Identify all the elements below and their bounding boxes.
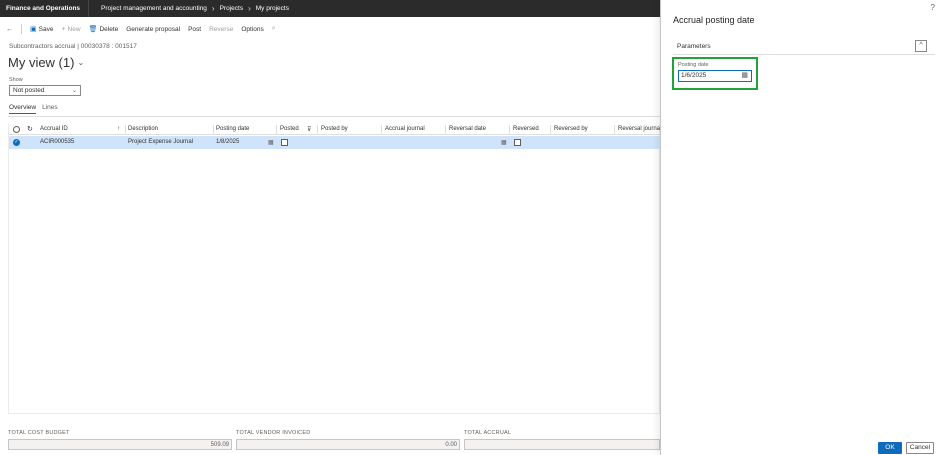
column-posted[interactable]: Posted bbox=[280, 126, 299, 132]
cancel-button[interactable]: Cancel bbox=[906, 442, 934, 454]
column-reversed-by[interactable]: Reversed by bbox=[554, 126, 588, 132]
cell-reversed-checkbox[interactable] bbox=[514, 139, 521, 146]
divider bbox=[8, 116, 660, 117]
reverse-button[interactable]: Reverse bbox=[209, 26, 233, 33]
trash-icon: 🗑 bbox=[88, 26, 98, 33]
action-bar: ← ▣ Save + New 🗑 Delete Generate proposal P… bbox=[0, 22, 660, 36]
column-reversed[interactable]: Reversed bbox=[513, 126, 539, 132]
arrow-left-icon: ← bbox=[6, 25, 13, 33]
help-icon[interactable]: ? bbox=[931, 3, 935, 12]
search-icon: ⌕ bbox=[271, 25, 276, 32]
total-vendor-invoiced: TOTAL VENDOR INVOICED 0.00 bbox=[236, 430, 460, 450]
total-cost-budget: TOTAL COST BUDGET 509.09 bbox=[8, 430, 232, 450]
cell-posting-date[interactable]: 1/8/2025 bbox=[216, 139, 239, 145]
tab-overview[interactable]: Overview bbox=[9, 104, 37, 114]
totals-footer: TOTAL COST BUDGET 509.09 TOTAL VENDOR IN… bbox=[8, 430, 660, 455]
post-button[interactable]: Post bbox=[188, 26, 201, 33]
divider bbox=[445, 125, 446, 134]
column-description[interactable]: Description bbox=[128, 126, 158, 132]
column-accrual-id[interactable]: Accrual ID bbox=[40, 126, 68, 132]
ok-button[interactable]: OK bbox=[878, 442, 902, 454]
total-cost-budget-label: TOTAL COST BUDGET bbox=[8, 430, 70, 436]
total-accrual-label: TOTAL ACCRUAL bbox=[464, 430, 512, 436]
posting-date-field[interactable]: 1/6/2025 ▦ bbox=[678, 70, 752, 82]
parameters-section-header[interactable]: Parameters ^ bbox=[673, 39, 935, 55]
total-cost-budget-value: 509.09 bbox=[8, 439, 232, 450]
app-title[interactable]: Finance and Operations bbox=[0, 0, 90, 17]
calendar-icon[interactable]: ▦ bbox=[268, 139, 274, 146]
save-button[interactable]: ▣ Save bbox=[30, 25, 54, 34]
column-reversal-journal[interactable]: Reversal journa bbox=[618, 126, 660, 132]
divider bbox=[550, 125, 551, 134]
cell-accrual-id[interactable]: ACIR000535 bbox=[40, 139, 74, 145]
show-filter-select[interactable]: Not posted ⌄ bbox=[9, 85, 81, 96]
accrual-posting-date-dialog: ? Accrual posting date Parameters ^ Post… bbox=[660, 0, 940, 455]
total-accrual-value bbox=[464, 439, 660, 450]
posting-date-label: Posting date bbox=[678, 62, 709, 68]
page-caption: Subcontractors accrual | 00030378 : 0015… bbox=[9, 43, 137, 50]
table-row[interactable]: ✓ ACIR000535 Project Expense Journal 1/8… bbox=[9, 136, 661, 149]
total-vendor-invoiced-label: TOTAL VENDOR INVOICED bbox=[236, 430, 311, 436]
cell-description[interactable]: Project Expense Journal bbox=[128, 139, 193, 145]
page-title: My view (1) bbox=[8, 55, 75, 70]
new-button[interactable]: + New bbox=[61, 26, 80, 33]
chevron-right-icon: › bbox=[211, 4, 215, 13]
cell-posted-checkbox[interactable] bbox=[281, 139, 288, 146]
new-label: New bbox=[67, 25, 81, 33]
column-accrual-journal[interactable]: Accrual journal bbox=[385, 126, 425, 132]
divider bbox=[317, 125, 318, 134]
column-posting-date[interactable]: Posting date bbox=[216, 126, 249, 132]
view-selector[interactable]: My view (1) ⌄ bbox=[8, 55, 84, 70]
divider bbox=[21, 24, 22, 34]
options-button[interactable]: Options bbox=[241, 26, 263, 33]
save-icon: ▣ bbox=[30, 26, 37, 33]
accrual-grid: ↻ Accrual ID ↑ Description Posting date … bbox=[8, 124, 661, 414]
chevron-down-icon: ⌄ bbox=[71, 88, 77, 94]
search-button[interactable]: ⌕ bbox=[272, 25, 276, 33]
save-label: Save bbox=[38, 25, 54, 33]
generate-proposal-button[interactable]: Generate proposal bbox=[126, 26, 180, 33]
plus-icon: + bbox=[61, 25, 66, 33]
delete-button[interactable]: 🗑 Delete bbox=[88, 25, 119, 34]
tab-strip: Overview Lines bbox=[9, 104, 58, 114]
row-selected-check-icon[interactable]: ✓ bbox=[13, 139, 20, 146]
show-filter-value: Not posted bbox=[13, 87, 45, 94]
delete-label: Delete bbox=[99, 25, 119, 33]
breadcrumb-item-module[interactable]: Project management and accounting bbox=[101, 5, 207, 12]
column-posted-by[interactable]: Posted by bbox=[321, 126, 348, 132]
top-nav-bar: Finance and Operations Project managemen… bbox=[0, 0, 660, 17]
calendar-icon[interactable]: ▦ bbox=[501, 139, 507, 146]
back-button[interactable]: ← bbox=[6, 26, 13, 33]
divider bbox=[381, 125, 382, 134]
divider bbox=[276, 125, 277, 134]
refresh-icon[interactable]: ↻ bbox=[27, 125, 33, 133]
dialog-title: Accrual posting date bbox=[673, 15, 755, 25]
parameters-label: Parameters bbox=[677, 43, 711, 50]
select-all-radio[interactable] bbox=[13, 126, 20, 133]
show-label: Show bbox=[9, 77, 23, 83]
calendar-icon[interactable]: ▦ bbox=[741, 71, 748, 81]
tab-lines[interactable]: Lines bbox=[42, 104, 58, 114]
divider bbox=[213, 125, 214, 134]
divider bbox=[125, 125, 126, 134]
breadcrumb: Project management and accounting › Proj… bbox=[89, 4, 289, 13]
breadcrumb-item-projects[interactable]: Projects bbox=[220, 5, 243, 12]
divider bbox=[509, 125, 510, 134]
divider bbox=[614, 125, 615, 134]
total-vendor-invoiced-value: 0.00 bbox=[236, 439, 460, 450]
grid-header: ↻ Accrual ID ↑ Description Posting date … bbox=[9, 124, 661, 135]
total-accrual: TOTAL ACCRUAL bbox=[464, 430, 660, 450]
filter-icon[interactable]: ⊽ bbox=[307, 126, 311, 133]
chevron-right-icon: › bbox=[248, 4, 251, 13]
chevron-down-icon: ⌄ bbox=[77, 58, 85, 67]
sort-ascending-icon[interactable]: ↑ bbox=[117, 126, 120, 132]
breadcrumb-item-my-projects[interactable]: My projects bbox=[256, 5, 289, 12]
column-reversal-date[interactable]: Reversal date bbox=[449, 126, 486, 132]
posting-date-value: 1/6/2025 bbox=[681, 72, 707, 79]
chevron-up-icon[interactable]: ^ bbox=[915, 40, 927, 52]
